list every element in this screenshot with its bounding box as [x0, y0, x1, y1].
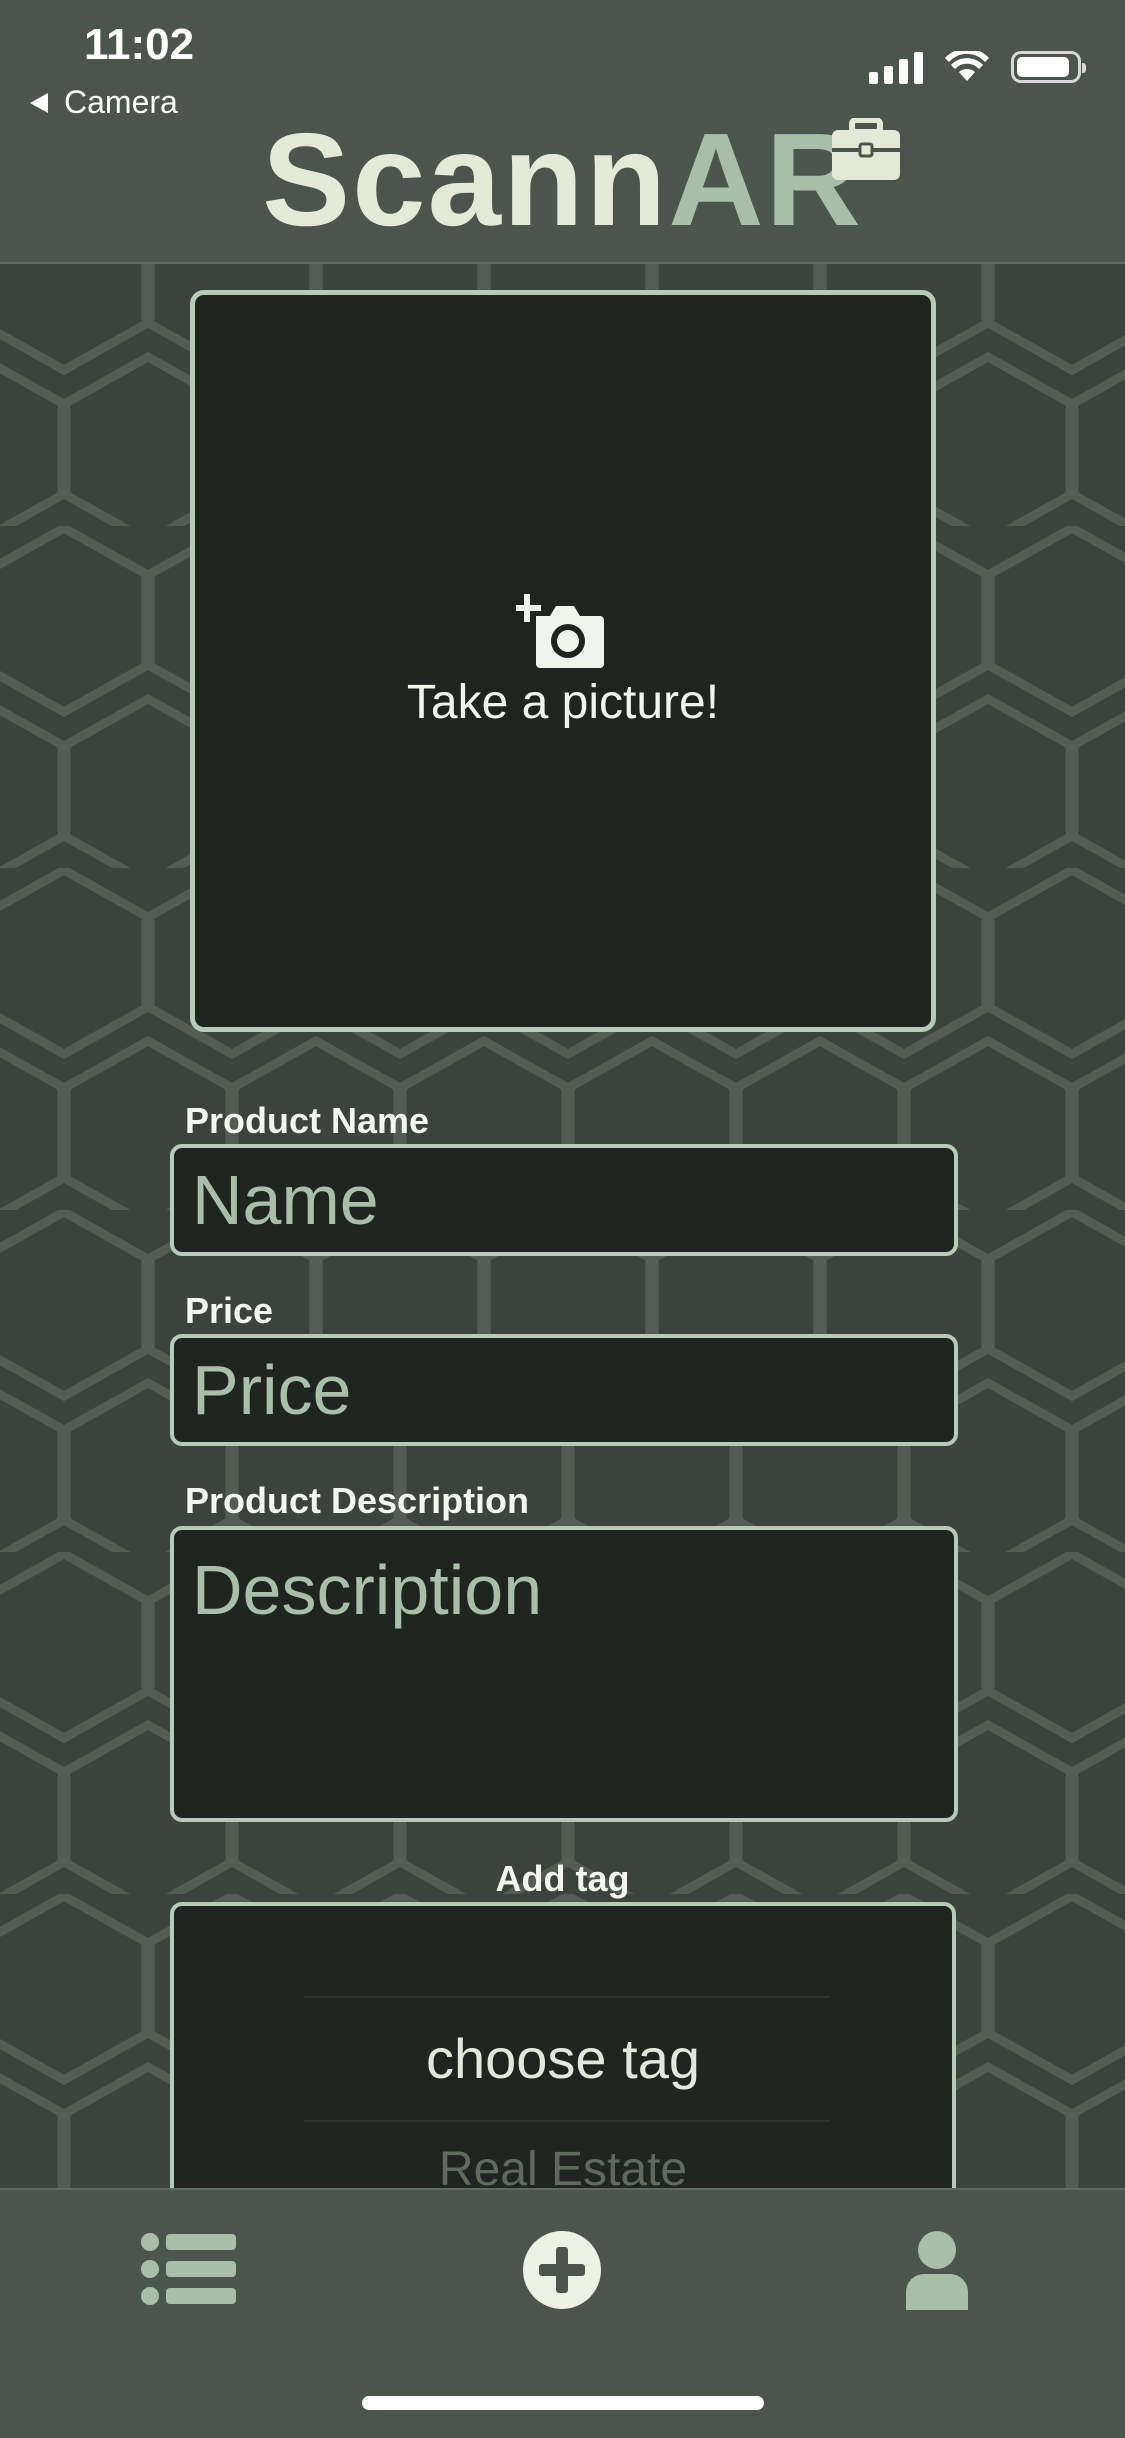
- add-photo-camera-icon: [516, 594, 604, 668]
- list-icon[interactable]: [140, 2232, 236, 2306]
- price-label: Price: [185, 1290, 274, 1331]
- status-icons: [869, 50, 1086, 84]
- add-tag-label: Add tag: [495, 1858, 630, 1899]
- cellular-signal-icon: [869, 50, 923, 84]
- picker-divider-bottom: [304, 2120, 830, 2122]
- wifi-icon: [945, 51, 989, 81]
- price-input[interactable]: [192, 1338, 954, 1442]
- tag-picker[interactable]: choose tag Real Estate: [170, 1902, 956, 2202]
- take-picture-prompt: Take a picture!: [406, 676, 720, 729]
- picker-divider-top: [304, 1996, 830, 1998]
- logo-text-scann: Scann: [262, 106, 669, 253]
- product-name-label: Product Name: [185, 1100, 430, 1141]
- add-circle-icon[interactable]: [522, 2230, 602, 2310]
- home-indicator[interactable]: [362, 2396, 764, 2410]
- product-description-input[interactable]: [192, 1550, 954, 1800]
- product-name-field[interactable]: [170, 1144, 958, 1256]
- profile-icon[interactable]: [904, 2230, 970, 2310]
- status-time: 11:02: [84, 20, 195, 69]
- briefcase-icon: [832, 118, 900, 180]
- product-name-input[interactable]: [192, 1148, 954, 1252]
- product-description-field[interactable]: [170, 1526, 958, 1822]
- app-logo: ScannAR: [0, 110, 1125, 250]
- picker-selected-option[interactable]: choose tag: [174, 2026, 952, 2091]
- price-field[interactable]: [170, 1334, 958, 1446]
- product-description-label: Product Description: [185, 1480, 530, 1521]
- battery-icon: [1011, 51, 1086, 83]
